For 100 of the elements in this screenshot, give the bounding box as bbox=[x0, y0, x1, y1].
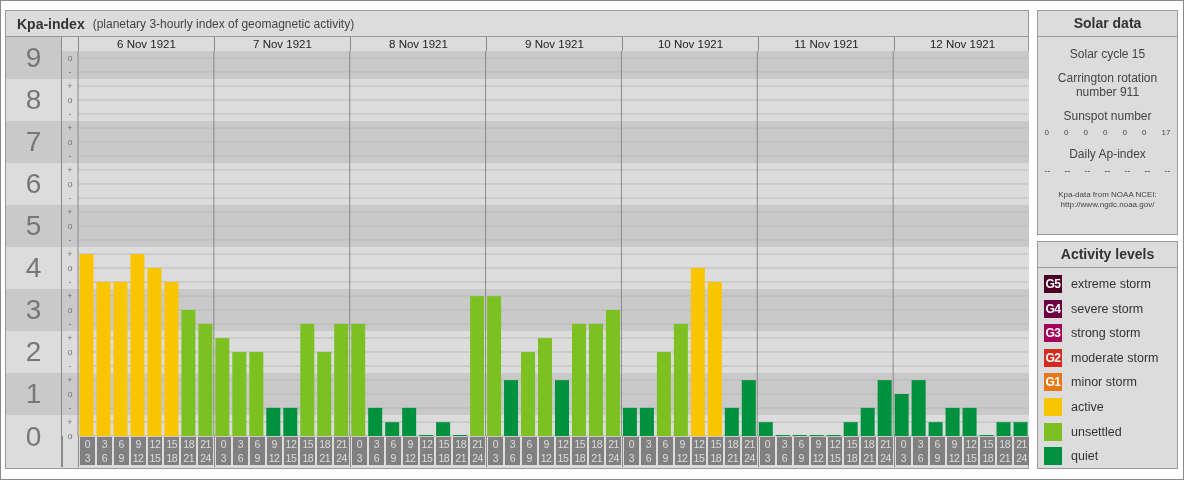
time-slot-label: 3 6 bbox=[232, 437, 248, 465]
kp-bar bbox=[962, 407, 977, 436]
kp-bar bbox=[758, 422, 773, 436]
time-slot-label: 6 9 bbox=[113, 437, 129, 465]
kp-bar bbox=[996, 422, 1011, 436]
ap-index-value: -- bbox=[1144, 166, 1151, 176]
kp-bar bbox=[724, 407, 739, 436]
time-slot-label: 18 21 bbox=[725, 437, 741, 465]
time-slot-label: 12 15 bbox=[419, 437, 435, 465]
level-label: active bbox=[1071, 399, 1104, 414]
ap-index-value: -- bbox=[1164, 166, 1171, 176]
carrington-text: Carrington rotation number 911 bbox=[1056, 71, 1159, 99]
minor-tick-label: o bbox=[67, 53, 73, 63]
time-slot-label: 9 12 bbox=[266, 437, 282, 465]
minor-tick-label: - bbox=[68, 319, 72, 329]
time-slot-label: 6 9 bbox=[249, 437, 265, 465]
level-swatch: G3 bbox=[1044, 324, 1062, 343]
time-slot-label: 9 12 bbox=[402, 437, 418, 465]
minor-tick-label: + bbox=[67, 417, 73, 427]
level-label: moderate storm bbox=[1071, 350, 1159, 365]
sunspot-value: 0 bbox=[1142, 128, 1147, 137]
ap-index-value: -- bbox=[1064, 166, 1071, 176]
time-slot-label: 18 21 bbox=[997, 437, 1013, 465]
time-slot-label: 9 12 bbox=[674, 437, 690, 465]
time-slot-label: 3 6 bbox=[368, 437, 384, 465]
level-label: strong storm bbox=[1071, 326, 1141, 341]
sunspot-value: 0 bbox=[1064, 128, 1069, 137]
time-slot-label: 0 3 bbox=[216, 437, 231, 465]
time-slot-label: 15 18 bbox=[436, 437, 452, 465]
time-slot-label: 12 15 bbox=[147, 437, 163, 465]
level-swatch: G5 bbox=[1044, 275, 1062, 293]
kp-level-label: 9 bbox=[6, 37, 61, 79]
level-label: minor storm bbox=[1071, 375, 1137, 390]
kp-bar bbox=[555, 380, 569, 436]
minor-tick-label: o bbox=[67, 137, 73, 147]
minor-tick-label: o bbox=[67, 347, 73, 357]
minor-tick-label: - bbox=[68, 277, 72, 287]
time-slot-label: 6 9 bbox=[657, 437, 673, 465]
minor-tick-label: - bbox=[68, 151, 72, 161]
minor-tick-label: - bbox=[68, 109, 72, 119]
time-slot-label: 18 21 bbox=[453, 437, 469, 465]
kp-level-label: 7 bbox=[6, 121, 61, 163]
sunspot-value: 17 bbox=[1161, 128, 1171, 137]
minor-tick-label: o bbox=[67, 221, 73, 231]
level-swatch: G4 bbox=[1044, 299, 1062, 318]
time-slot-label: 9 12 bbox=[946, 437, 962, 465]
level-swatch: G1 bbox=[1044, 373, 1062, 392]
kp-level-label: 3 bbox=[6, 289, 61, 331]
minor-tick-label: - bbox=[68, 67, 72, 77]
time-slot-label: 21 24 bbox=[878, 437, 893, 465]
kp-bar bbox=[504, 380, 519, 436]
time-slot-label: 15 18 bbox=[572, 437, 588, 465]
time-slot-label: 3 6 bbox=[912, 437, 928, 465]
time-slot-label: 21 24 bbox=[198, 437, 213, 465]
minor-tick-label: + bbox=[67, 291, 73, 301]
time-slot-label: 6 9 bbox=[385, 437, 401, 465]
sunspot-value: 0 bbox=[1122, 128, 1127, 137]
ap-index-value: -- bbox=[1124, 166, 1131, 176]
time-slot-label: 18 21 bbox=[589, 437, 605, 465]
minor-tick-label: + bbox=[67, 375, 73, 385]
time-slot-label: 15 18 bbox=[980, 437, 996, 465]
panel-title: Activity levels bbox=[1038, 242, 1177, 268]
time-slot-label: 15 18 bbox=[844, 437, 860, 465]
minor-tick-label: + bbox=[67, 123, 73, 133]
sunspot-value: 0 bbox=[1103, 128, 1108, 137]
time-slot-label: 15 18 bbox=[300, 437, 316, 465]
minor-tick-label: o bbox=[67, 431, 73, 441]
kp-bar bbox=[283, 407, 298, 436]
kp-bar bbox=[368, 407, 383, 436]
time-slot-label: 0 3 bbox=[80, 437, 95, 465]
minor-tick-label: o bbox=[67, 389, 73, 399]
time-slot-label: 21 24 bbox=[1014, 437, 1029, 465]
time-slot-label: 0 3 bbox=[624, 437, 639, 465]
minor-tick-label: + bbox=[67, 249, 73, 259]
kp-bar bbox=[385, 422, 400, 436]
sunspot-label: Sunspot number bbox=[1062, 109, 1153, 123]
sunspot-value: 0 bbox=[1083, 128, 1088, 137]
minor-tick-label: + bbox=[67, 81, 73, 91]
time-slot-label: 12 15 bbox=[555, 437, 571, 465]
ap-index-label: Daily Ap-index bbox=[1068, 147, 1147, 161]
minor-tick-label: o bbox=[67, 179, 73, 189]
kp-bar bbox=[402, 407, 417, 436]
time-slot-label: 9 12 bbox=[810, 437, 826, 465]
time-slot-label: 6 9 bbox=[929, 437, 945, 465]
minor-tick-label: o bbox=[67, 95, 73, 105]
level-swatch: G2 bbox=[1044, 348, 1062, 367]
time-slot-label: 0 3 bbox=[760, 437, 775, 465]
minor-tick-label: o bbox=[67, 305, 73, 315]
panel-subtitle: (planetary 3-hourly index of geomagnetic activity) bbox=[92, 16, 355, 31]
kp-bar bbox=[945, 407, 960, 436]
time-slot-label: 6 9 bbox=[793, 437, 809, 465]
time-slot-label: 18 21 bbox=[181, 437, 197, 465]
time-slot-label: 9 12 bbox=[538, 437, 554, 465]
time-slot-label: 15 18 bbox=[164, 437, 180, 465]
sunspot-value: 0 bbox=[1044, 128, 1049, 137]
ap-index-value: -- bbox=[1084, 166, 1091, 176]
kp-bar bbox=[911, 380, 926, 436]
time-slot-label: 12 15 bbox=[283, 437, 299, 465]
kp-bar bbox=[894, 394, 909, 436]
time-slot-label: 3 6 bbox=[504, 437, 520, 465]
